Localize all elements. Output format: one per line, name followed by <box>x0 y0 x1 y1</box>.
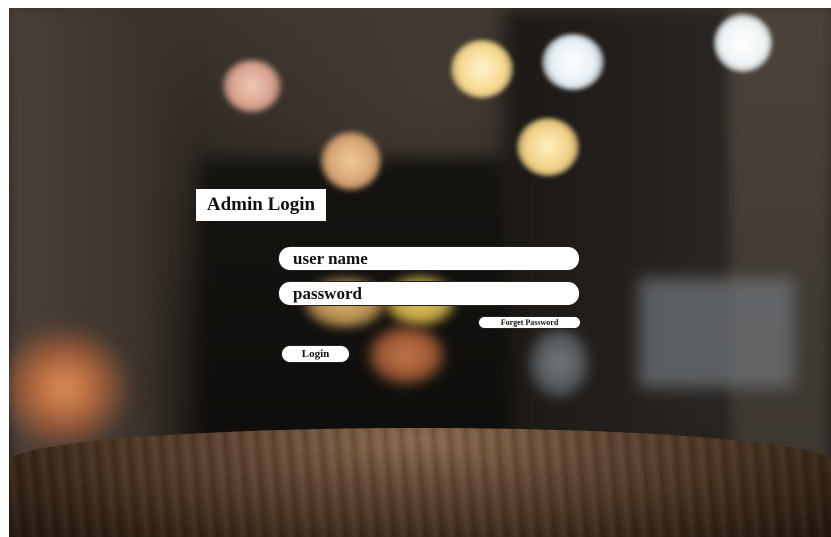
wooden-table <box>9 428 831 537</box>
login-button-label: Login <box>301 348 330 360</box>
login-screen: Admin Login Forget Password Login <box>9 8 831 537</box>
bokeh-light <box>451 40 513 98</box>
username-field[interactable] <box>278 246 580 271</box>
login-button[interactable]: Login <box>281 345 350 363</box>
bokeh-light <box>223 60 281 112</box>
bg-lamp-left <box>9 328 129 448</box>
forget-password-label: Forget Password <box>500 318 559 327</box>
bokeh-light <box>369 326 444 384</box>
password-field[interactable] <box>278 281 580 306</box>
bg-right-panel <box>639 278 794 388</box>
bokeh-light <box>321 132 381 190</box>
page-title-text: Admin Login <box>206 194 316 215</box>
bokeh-light <box>542 34 604 90</box>
bokeh-light <box>714 14 772 72</box>
bokeh-light <box>529 328 589 398</box>
forget-password-button[interactable]: Forget Password <box>478 316 581 329</box>
bg-right-wall <box>729 8 831 468</box>
page-title: Admin Login <box>196 189 326 221</box>
bokeh-light <box>517 118 579 176</box>
